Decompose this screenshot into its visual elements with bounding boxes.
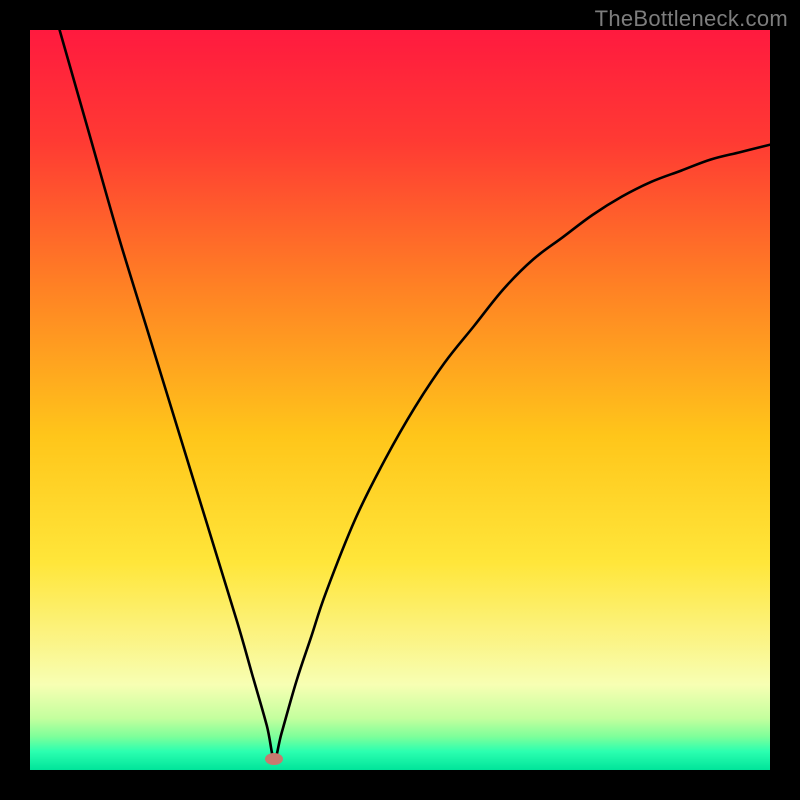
chart-frame: TheBottleneck.com (0, 0, 800, 800)
bottleneck-curve (30, 30, 770, 770)
optimum-marker (265, 753, 283, 765)
plot-area (30, 30, 770, 770)
watermark-text: TheBottleneck.com (595, 6, 788, 32)
